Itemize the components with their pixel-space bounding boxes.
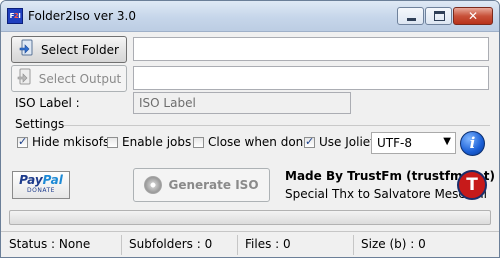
- paypal-logo: PayPal: [13, 173, 69, 187]
- iso-label-input[interactable]: ISO Label: [133, 92, 351, 114]
- checkbox-label: Enable jobs: [122, 135, 192, 149]
- iso-label-caption: ISO Label :: [15, 96, 80, 110]
- select-folder-button[interactable]: Select Folder: [11, 36, 127, 63]
- encoding-select[interactable]: UTF-8 ▼: [371, 132, 456, 154]
- checkbox-label: Use Joliet: [319, 135, 375, 149]
- select-output-button[interactable]: Select Output: [11, 65, 127, 92]
- size-count: Size (b) : 0: [361, 237, 426, 251]
- close-icon: ✕: [467, 9, 479, 23]
- main-window: F2I Folder2Iso ver 3.0 ✕ Select Folder S…: [0, 0, 500, 258]
- app-icon: F2I: [7, 8, 23, 24]
- checkbox-label: Hide mkisofs: [32, 135, 110, 149]
- minimize-icon: [407, 18, 416, 21]
- folder-path-field[interactable]: [133, 37, 489, 61]
- checkbox-box: [107, 136, 118, 148]
- status-text: Status : None: [9, 237, 91, 251]
- encoding-value: UTF-8: [377, 136, 412, 150]
- trustfm-logo[interactable]: T: [457, 170, 487, 200]
- files-count: Files : 0: [245, 237, 291, 251]
- checkbox-box: [193, 136, 204, 148]
- app-icon-letter-i: I: [18, 12, 21, 20]
- select-output-label: Select Output: [38, 71, 122, 86]
- output-path-field[interactable]: [133, 66, 489, 90]
- donate-label: DONATE: [27, 187, 55, 194]
- cd-icon: [144, 176, 163, 194]
- minimize-button[interactable]: [397, 7, 424, 25]
- generate-iso-label: Generate ISO: [168, 178, 259, 192]
- close-when-done-checkbox[interactable]: Close when done: [193, 135, 311, 149]
- generate-iso-button[interactable]: Generate ISO: [133, 168, 270, 202]
- paypal-donate-button[interactable]: PayPal DONATE: [12, 171, 70, 199]
- checkbox-label: Close when done: [208, 135, 311, 149]
- paypal-pay: Pay: [19, 173, 43, 187]
- settings-divider: [64, 125, 490, 126]
- chevron-down-icon: ▼: [443, 136, 451, 147]
- info-icon[interactable]: i: [460, 131, 485, 156]
- settings-heading: Settings: [15, 117, 65, 131]
- subfolders-count: Subfolders : 0: [129, 237, 213, 251]
- maximize-icon: [434, 11, 445, 21]
- title-bar[interactable]: F2I Folder2Iso ver 3.0 ✕: [1, 1, 499, 32]
- paypal-pal: Pal: [42, 173, 63, 187]
- enable-jobs-checkbox[interactable]: Enable jobs: [107, 135, 191, 149]
- close-button[interactable]: ✕: [453, 7, 493, 25]
- window-title: Folder2Iso ver 3.0: [28, 9, 136, 23]
- checkbox-box: [304, 135, 315, 148]
- use-joliet-checkbox[interactable]: Use Joliet: [304, 135, 375, 149]
- checkbox-box: [17, 135, 28, 148]
- progress-bar: [9, 210, 491, 225]
- hide-mkisofs-checkbox[interactable]: Hide mkisofs: [17, 135, 109, 149]
- folder-arrow-icon: [19, 39, 35, 60]
- maximize-button[interactable]: [425, 7, 452, 25]
- output-arrow-icon: [17, 68, 33, 89]
- select-folder-label: Select Folder: [41, 42, 119, 57]
- status-bar: Status : None Subfolders : 0 Files : 0 S…: [1, 231, 499, 257]
